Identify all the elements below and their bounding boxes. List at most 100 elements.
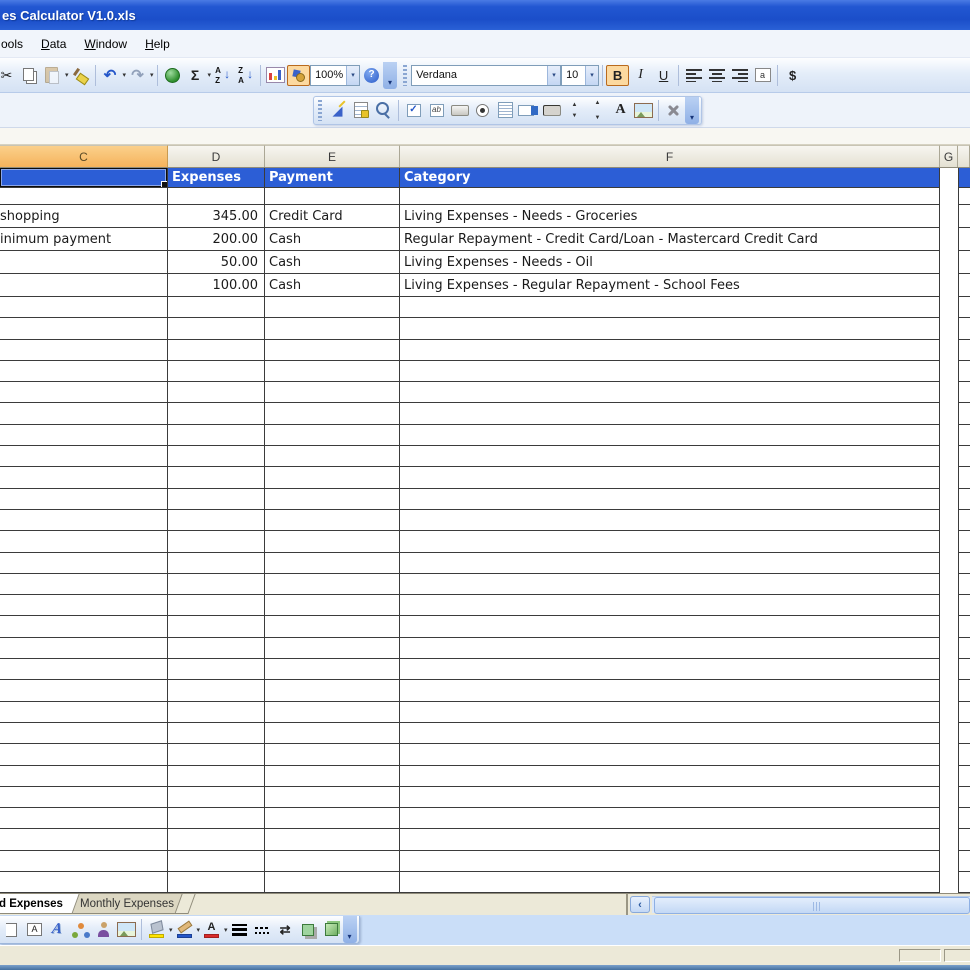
spacer-column-g[interactable] [940, 318, 958, 339]
cell[interactable] [0, 659, 168, 680]
column-header-E[interactable]: E [265, 145, 400, 167]
cell[interactable] [0, 531, 168, 552]
cell[interactable] [168, 574, 265, 595]
cell[interactable] [400, 340, 940, 361]
cell[interactable] [0, 340, 168, 361]
cell[interactable] [168, 553, 265, 574]
cell[interactable] [0, 297, 168, 318]
cell[interactable] [168, 446, 265, 467]
cell[interactable] [0, 446, 168, 467]
cell[interactable] [168, 297, 265, 318]
cell[interactable] [265, 297, 400, 318]
cell[interactable] [0, 595, 168, 616]
partial-column-h[interactable] [958, 680, 970, 701]
partial-column-h[interactable] [958, 205, 970, 228]
diagram-icon[interactable] [69, 919, 92, 940]
cell[interactable] [0, 361, 168, 382]
spacer-column-g[interactable] [940, 467, 958, 488]
menu-item-data[interactable]: Data [32, 34, 75, 54]
cell[interactable] [0, 680, 168, 701]
toolbar-grip-handle[interactable] [318, 100, 322, 121]
partial-column-h[interactable] [958, 251, 970, 274]
cell[interactable] [400, 808, 940, 829]
cell[interactable] [265, 723, 400, 744]
partial-column-h[interactable] [958, 340, 970, 361]
cell[interactable] [0, 318, 168, 339]
cell[interactable] [265, 872, 400, 893]
cell[interactable] [265, 659, 400, 680]
cell[interactable] [168, 188, 265, 205]
paste-icon[interactable] [41, 65, 64, 86]
center-icon[interactable] [705, 65, 728, 86]
cell[interactable] [168, 318, 265, 339]
item-cell[interactable] [0, 251, 168, 274]
cell[interactable] [0, 744, 168, 765]
payment-cell[interactable]: Credit Card [265, 205, 400, 228]
cell[interactable] [400, 403, 940, 424]
cell[interactable] [400, 382, 940, 403]
cell[interactable] [265, 361, 400, 382]
italic-icon[interactable]: I [629, 65, 652, 86]
active-cell-c1[interactable] [0, 168, 168, 188]
cell[interactable] [168, 680, 265, 701]
cell[interactable] [400, 723, 940, 744]
cell[interactable] [265, 702, 400, 723]
cell[interactable] [0, 489, 168, 510]
sheet-tab-monthly-expenses[interactable]: Monthly Expenses [63, 894, 190, 914]
cell[interactable] [400, 638, 940, 659]
cell[interactable] [400, 829, 940, 850]
spacer-column-g[interactable] [940, 228, 958, 251]
wordart-icon[interactable]: A [46, 919, 69, 940]
cell[interactable] [400, 531, 940, 552]
insert-picture-icon[interactable] [115, 919, 138, 940]
fill-color-icon-dropdown[interactable]: ▾ [169, 926, 173, 934]
cell[interactable] [168, 531, 265, 552]
cell[interactable] [400, 595, 940, 616]
cell[interactable] [0, 829, 168, 850]
cell[interactable] [0, 467, 168, 488]
cell[interactable] [400, 787, 940, 808]
payment-cell[interactable]: Cash [265, 251, 400, 274]
font-name-box[interactable]: Verdana▾ [411, 65, 561, 86]
design-mode-icon[interactable]: ◢ [326, 100, 349, 121]
cell[interactable] [400, 680, 940, 701]
3d-style-icon[interactable] [320, 919, 343, 940]
arrow-style-icon[interactable]: ⇄ [274, 919, 297, 940]
cell[interactable] [265, 808, 400, 829]
item-cell[interactable]: inimum payment [0, 228, 168, 251]
spacer-column-g[interactable] [940, 659, 958, 680]
partial-column-h[interactable] [958, 659, 970, 680]
image-icon[interactable] [632, 100, 655, 121]
category-cell[interactable]: Living Expenses - Regular Repayment - Sc… [400, 274, 940, 297]
sort-ascending-icon[interactable]: ↓ [211, 65, 234, 86]
cell[interactable] [0, 382, 168, 403]
cell[interactable] [265, 851, 400, 872]
menu-item-window[interactable]: Window [75, 34, 136, 54]
spacer-column-g[interactable] [940, 829, 958, 850]
cell[interactable] [265, 766, 400, 787]
cell[interactable] [0, 787, 168, 808]
toolbar-grip-handle[interactable] [403, 65, 407, 86]
partial-column-h[interactable] [958, 510, 970, 531]
cell[interactable] [400, 574, 940, 595]
label-icon[interactable]: A [609, 100, 632, 121]
column-header-F[interactable]: F [400, 145, 940, 167]
partial-column-h[interactable] [958, 851, 970, 872]
partial-column-h[interactable] [958, 616, 970, 637]
view-code-icon[interactable] [372, 100, 395, 121]
cell[interactable] [168, 723, 265, 744]
menu-item-help[interactable]: Help [136, 34, 179, 54]
cell[interactable] [168, 361, 265, 382]
column-header-D[interactable]: D [168, 145, 265, 167]
cell[interactable] [0, 553, 168, 574]
cell[interactable] [265, 744, 400, 765]
category-cell[interactable]: Regular Repayment - Credit Card/Loan - M… [400, 228, 940, 251]
item-cell[interactable] [0, 274, 168, 297]
cell[interactable] [400, 446, 940, 467]
command-button-icon[interactable] [448, 100, 471, 121]
spacer-column-g[interactable] [940, 766, 958, 787]
toggle-button-icon[interactable] [540, 100, 563, 121]
cell[interactable] [265, 340, 400, 361]
cell[interactable] [168, 744, 265, 765]
cell[interactable] [168, 872, 265, 893]
